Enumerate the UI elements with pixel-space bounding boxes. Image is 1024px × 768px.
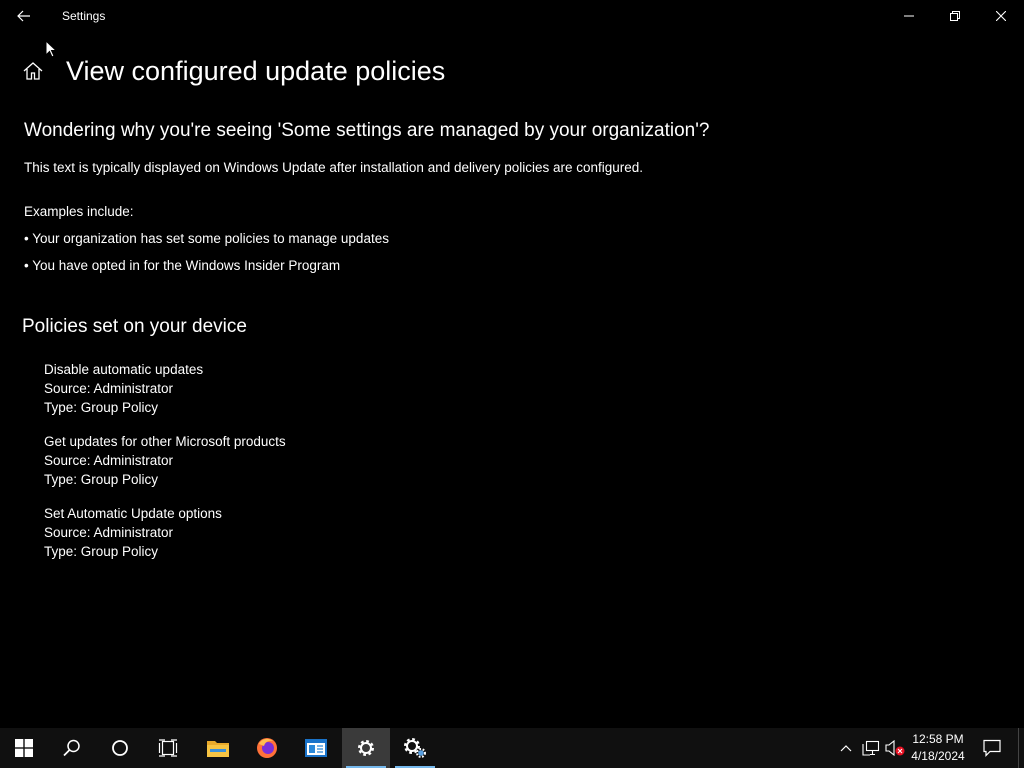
policy-name: Disable automatic updates [44, 362, 204, 377]
action-center-button[interactable] [972, 728, 1012, 768]
volume-tray-button[interactable] [884, 728, 906, 768]
policy-name: Set Automatic Update options [44, 506, 222, 521]
firefox-button[interactable] [243, 728, 291, 768]
example-item: • You have opted in for the Windows Insi… [24, 258, 341, 273]
info-question-heading: Wondering why you're seeing 'Some settin… [24, 120, 710, 141]
taskbar: 12:58 PM 4/18/2024 [0, 728, 1024, 768]
volume-muted-icon [885, 740, 905, 756]
close-button[interactable] [978, 0, 1024, 32]
policy-source: Source: Administrator [44, 453, 174, 468]
page-title: View configured update policies [66, 56, 446, 86]
restore-icon [950, 11, 960, 21]
network-tray-button[interactable] [860, 728, 882, 768]
chevron-up-icon [840, 745, 852, 752]
examples-label: Examples include: [24, 204, 134, 219]
info-description: This text is typically displayed on Wind… [24, 160, 644, 175]
mouse-cursor-icon [45, 40, 57, 58]
notification-icon [983, 739, 1001, 757]
policy-item: Set Automatic Update options Source: Adm… [44, 504, 286, 576]
policy-source: Source: Administrator [44, 525, 174, 540]
cortana-icon [112, 740, 128, 756]
close-icon [996, 11, 1006, 21]
task-view-icon [158, 739, 178, 757]
show-desktop-button[interactable] [1018, 728, 1024, 768]
settings-gear-icon [404, 738, 426, 758]
home-button[interactable] [22, 60, 46, 86]
firefox-icon [257, 738, 277, 758]
settings-gear-icon [358, 740, 374, 756]
policy-name: Get updates for other Microsoft products [44, 434, 286, 449]
home-icon [23, 62, 43, 80]
policy-list: Disable automatic updates Source: Admini… [44, 360, 286, 576]
policies-heading: Policies set on your device [22, 316, 247, 337]
taskbar-clock[interactable]: 12:58 PM 4/18/2024 [906, 731, 970, 767]
policy-type: Type: Group Policy [44, 472, 159, 487]
title-bar: Settings [0, 0, 1024, 32]
policy-item: Get updates for other Microsoft products… [44, 432, 286, 504]
app-window-icon [305, 739, 327, 757]
search-icon [63, 739, 80, 757]
file-explorer-icon [207, 741, 229, 757]
clock-time: 12:58 PM [912, 732, 964, 746]
policy-type: Type: Group Policy [44, 400, 159, 415]
minimize-button[interactable] [886, 0, 932, 32]
start-button[interactable] [0, 728, 48, 768]
back-arrow-icon [17, 10, 30, 22]
search-button[interactable] [48, 728, 96, 768]
settings-admin-taskbar-button[interactable] [391, 728, 439, 768]
window-title: Settings [62, 9, 106, 23]
settings-taskbar-button[interactable] [342, 728, 390, 768]
restore-button[interactable] [932, 0, 978, 32]
policy-source: Source: Administrator [44, 381, 174, 396]
task-view-button[interactable] [144, 728, 192, 768]
policy-type: Type: Group Policy [44, 544, 159, 559]
clock-date: 4/18/2024 [911, 749, 965, 763]
example-item: • Your organization has set some policie… [24, 231, 389, 246]
network-icon [862, 740, 880, 756]
show-hidden-icons-button[interactable] [836, 728, 856, 768]
policy-item: Disable automatic updates Source: Admini… [44, 360, 286, 432]
file-explorer-button[interactable] [194, 728, 242, 768]
minimize-icon [904, 15, 914, 17]
cortana-button[interactable] [96, 728, 144, 768]
app-window-button[interactable] [292, 728, 340, 768]
back-button[interactable] [8, 0, 40, 32]
windows-start-icon [15, 739, 33, 757]
